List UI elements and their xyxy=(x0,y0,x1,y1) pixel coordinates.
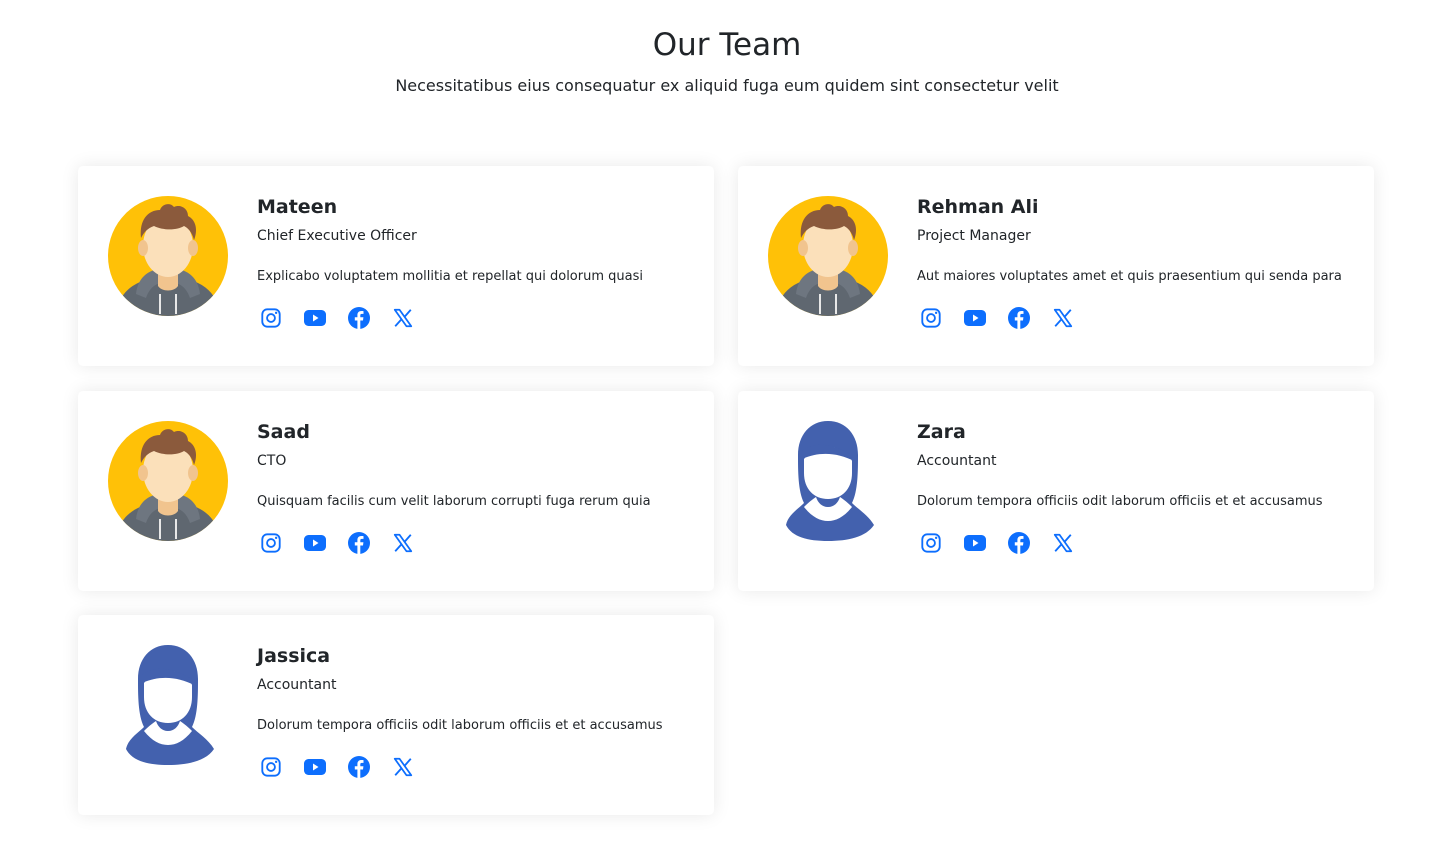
member-role: Accountant xyxy=(917,453,997,469)
member-name: Rehman Ali xyxy=(917,196,1039,218)
facebook-icon[interactable] xyxy=(1005,529,1033,557)
youtube-icon[interactable] xyxy=(301,304,329,332)
member-name: Mateen xyxy=(257,196,338,218)
member-description: Aut maiores voluptates amet et quis prae… xyxy=(917,269,1342,284)
member-description: Dolorum tempora officiis odit laborum of… xyxy=(917,494,1323,509)
member-info: Saad CTO Quisquam facilis cum velit laboru… xyxy=(257,419,697,554)
x-twitter-icon[interactable] xyxy=(389,529,417,557)
member-role: Accountant xyxy=(257,677,337,693)
x-twitter-icon[interactable] xyxy=(1049,529,1077,557)
facebook-icon[interactable] xyxy=(345,304,373,332)
section-title: Our Team xyxy=(652,27,802,63)
member-description: Dolorum tempora officiis odit laborum of… xyxy=(257,718,663,733)
team-member-card: Saad CTO Quisquam facilis cum velit laboru… xyxy=(78,391,714,591)
x-twitter-icon[interactable] xyxy=(389,753,417,781)
member-description: Quisquam facilis cum velit laborum corru… xyxy=(257,494,651,509)
member-name: Saad xyxy=(257,421,310,443)
instagram-icon[interactable] xyxy=(257,529,285,557)
member-info: Rehman Ali Project Manager Aut maiores vol… xyxy=(917,194,1357,329)
member-info: Zara Accountant Dolorum tempora officiis o… xyxy=(917,419,1357,554)
section-subtitle: Necessitatibus eius consequatur ex aliqu… xyxy=(395,76,1059,95)
x-twitter-icon[interactable] xyxy=(1049,304,1077,332)
facebook-icon[interactable] xyxy=(345,529,373,557)
male-avatar xyxy=(108,196,228,316)
facebook-icon[interactable] xyxy=(1005,304,1033,332)
team-member-card: Zara Accountant Dolorum tempora officiis o… xyxy=(738,391,1374,591)
member-role: Chief Executive Officer xyxy=(257,228,417,244)
member-info: Mateen Chief Executive Officer Explicabo v… xyxy=(257,194,697,329)
team-member-card: Jassica Accountant Dolorum tempora officii… xyxy=(78,615,714,815)
x-twitter-icon[interactable] xyxy=(389,304,417,332)
instagram-icon[interactable] xyxy=(257,304,285,332)
facebook-icon[interactable] xyxy=(345,753,373,781)
instagram-icon[interactable] xyxy=(917,304,945,332)
instagram-icon[interactable] xyxy=(257,753,285,781)
male-avatar xyxy=(768,196,888,316)
female-avatar xyxy=(108,645,228,765)
member-name: Zara xyxy=(917,421,966,443)
male-avatar xyxy=(108,421,228,541)
member-info: Jassica Accountant Dolorum tempora officii… xyxy=(257,643,697,778)
instagram-icon[interactable] xyxy=(917,529,945,557)
member-name: Jassica xyxy=(257,645,331,667)
youtube-icon[interactable] xyxy=(961,529,989,557)
youtube-icon[interactable] xyxy=(301,529,329,557)
team-member-card: Mateen Chief Executive Officer Explicabo v… xyxy=(78,166,714,366)
youtube-icon[interactable] xyxy=(961,304,989,332)
youtube-icon[interactable] xyxy=(301,753,329,781)
member-role: CTO xyxy=(257,453,287,469)
team-member-card: Rehman Ali Project Manager Aut maiores vol… xyxy=(738,166,1374,366)
female-avatar xyxy=(768,421,888,541)
member-description: Explicabo voluptatem mollitia et repella… xyxy=(257,269,643,284)
member-role: Project Manager xyxy=(917,228,1031,244)
